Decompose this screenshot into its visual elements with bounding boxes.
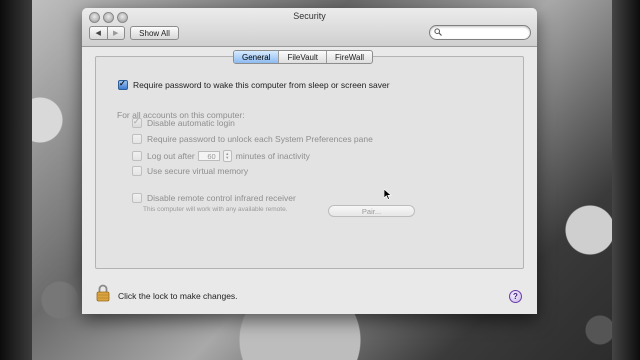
title-bar: Security ◀ ▶ Show All <box>82 8 537 47</box>
require-password-prefs-row: Require password to unlock each System P… <box>132 134 373 144</box>
search-input[interactable] <box>444 27 524 37</box>
logout-row: Log out after 60 ▲ ▼ minutes of inactivi… <box>132 150 310 162</box>
security-preferences-window: Security ◀ ▶ Show All General FileVault … <box>82 8 537 314</box>
disable-auto-login-label: Disable automatic login <box>147 118 235 128</box>
search-icon <box>434 28 442 36</box>
require-password-prefs-label: Require password to unlock each System P… <box>147 134 373 144</box>
tab-firewall[interactable]: FireWall <box>326 51 372 63</box>
secure-vm-label: Use secure virtual memory <box>147 166 249 176</box>
desktop-background-left <box>0 0 32 360</box>
ir-note: This computer will work with any availab… <box>143 206 288 213</box>
disable-ir-checkbox[interactable] <box>132 193 142 203</box>
stepper-down-icon: ▼ <box>225 155 230 160</box>
require-password-prefs-checkbox[interactable] <box>132 134 142 144</box>
logout-checkbox[interactable] <box>132 151 142 161</box>
logout-label-after: minutes of inactivity <box>235 151 310 161</box>
chevron-left-icon: ◀ <box>95 30 101 37</box>
disable-ir-row: Disable remote control infrared receiver <box>132 193 296 203</box>
show-all-button[interactable]: Show All <box>130 26 179 40</box>
disable-auto-login-checkbox[interactable] <box>132 117 142 128</box>
pair-button[interactable]: Pair... <box>328 205 415 217</box>
disable-ir-label: Disable remote control infrared receiver <box>147 193 296 203</box>
require-password-checkbox[interactable] <box>118 79 128 90</box>
logout-label-before: Log out after <box>147 151 195 161</box>
secure-vm-row: Use secure virtual memory <box>132 166 248 176</box>
back-forward-buttons: ◀ ▶ <box>89 26 125 40</box>
lock-icon <box>96 284 110 302</box>
help-button[interactable]: ? <box>509 290 522 303</box>
mouse-pointer-icon <box>384 189 392 200</box>
tab-bar: General FileVault FireWall <box>233 50 374 64</box>
tab-filevault[interactable]: FileVault <box>278 51 326 63</box>
lock-text: Click the lock to make changes. <box>118 291 238 301</box>
disable-auto-login-row: Disable automatic login <box>132 117 235 128</box>
require-password-label: Require password to wake this computer f… <box>133 80 390 90</box>
search-field[interactable] <box>429 25 531 40</box>
logout-minutes-stepper[interactable]: ▲ ▼ <box>222 150 232 162</box>
require-password-row: Require password to wake this computer f… <box>118 79 390 90</box>
tab-general[interactable]: General <box>234 51 279 63</box>
secure-vm-checkbox[interactable] <box>132 166 142 176</box>
window-title: Security <box>293 11 326 21</box>
desktop-background-right <box>612 0 640 360</box>
forward-button[interactable]: ▶ <box>106 27 125 39</box>
logout-minutes-field[interactable]: 60 <box>197 151 220 161</box>
lock-button[interactable] <box>96 284 110 304</box>
back-button[interactable]: ◀ <box>90 27 107 39</box>
chevron-right-icon: ▶ <box>113 30 119 37</box>
